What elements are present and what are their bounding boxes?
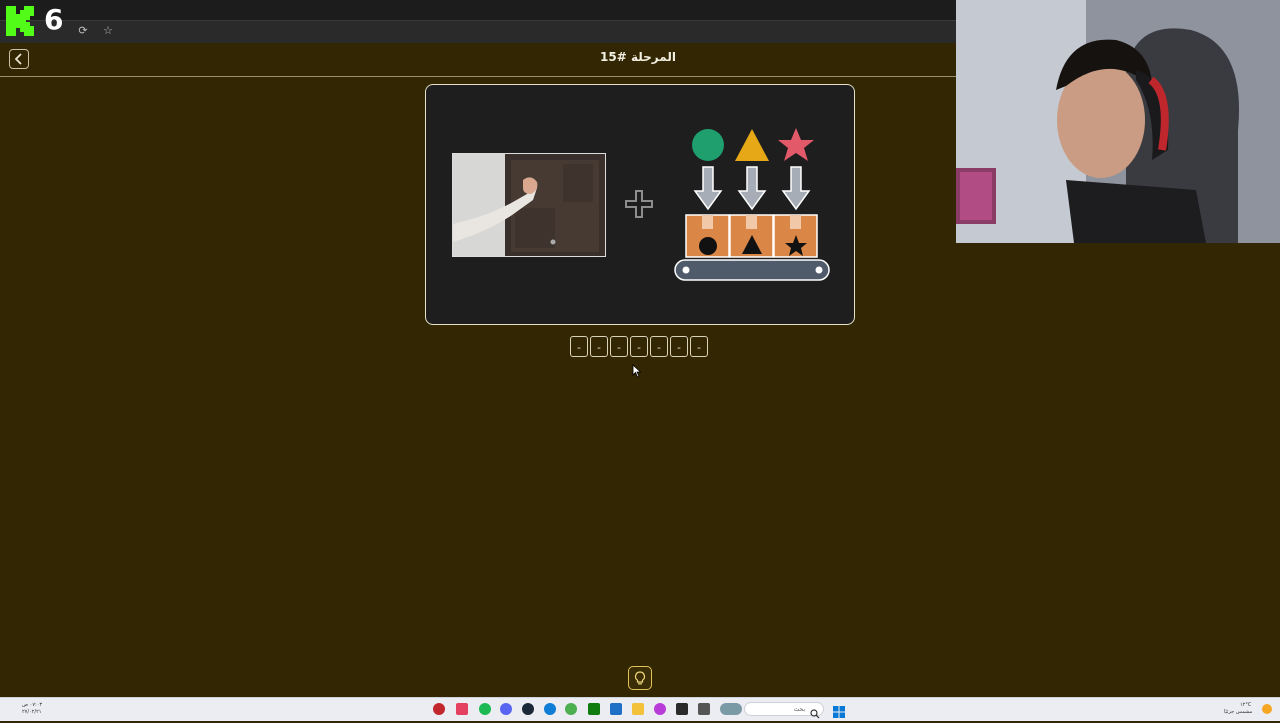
discord-icon[interactable] — [500, 703, 512, 715]
kick-logo-icon — [6, 6, 34, 36]
chrome-icon[interactable] — [565, 703, 577, 715]
lightbulb-icon — [634, 671, 646, 685]
app-icon[interactable] — [456, 703, 468, 715]
app-icon[interactable] — [433, 703, 445, 715]
overlay-counter: 6 — [44, 3, 64, 36]
weather-icon — [1262, 704, 1272, 714]
steam-icon[interactable] — [522, 703, 534, 715]
knocking-door-image — [452, 153, 606, 257]
epic-games-icon[interactable] — [676, 703, 688, 715]
mouse-cursor-icon — [632, 364, 642, 378]
chevron-left-icon — [14, 53, 22, 65]
bookmark-star-icon[interactable]: ☆ — [101, 24, 115, 38]
widget-icon[interactable] — [720, 703, 742, 715]
app-icon[interactable] — [698, 703, 710, 715]
answer-slot[interactable]: - — [690, 336, 708, 357]
clock-date: ٢٧/٠٢/٢١ — [22, 709, 42, 715]
game-header: المرحلة #15 — [0, 42, 956, 77]
answer-slot[interactable]: - — [570, 336, 588, 357]
answer-slot[interactable]: - — [630, 336, 648, 357]
level-title: المرحلة #15 — [600, 50, 676, 64]
weather-desc: مشمس جزئيًا — [1224, 709, 1253, 715]
plus-icon — [625, 190, 653, 218]
clock-time: ٠٧:٠٣ ص — [22, 702, 43, 708]
browser-toolbar — [0, 20, 956, 43]
answer-slot[interactable]: - — [590, 336, 608, 357]
xbox-icon[interactable] — [588, 703, 600, 715]
answer-slots: - - - - - - - — [570, 336, 708, 358]
answer-slot[interactable]: - — [650, 336, 668, 357]
back-button[interactable] — [9, 49, 29, 69]
search-icon — [810, 704, 820, 719]
folder-icon[interactable] — [632, 703, 644, 715]
edge-icon[interactable] — [544, 703, 556, 715]
browser-chrome: ⟳ ☆ — [0, 0, 956, 43]
app-icon[interactable] — [610, 703, 622, 715]
puzzle-card — [425, 84, 855, 325]
shape-sorter-illustration — [674, 128, 830, 281]
spotify-icon[interactable] — [479, 703, 491, 715]
webcam-feed — [956, 0, 1280, 243]
reload-icon[interactable]: ⟳ — [76, 24, 90, 38]
answer-slot[interactable]: - — [670, 336, 688, 357]
start-icon[interactable] — [833, 703, 845, 718]
hint-button[interactable] — [628, 666, 652, 690]
weather-temp: ١٢°C — [1240, 702, 1252, 708]
app-icon[interactable] — [654, 703, 666, 715]
windows-taskbar: بحث ٠٧:٠٣ ص ٢٧/٠٢/٢١ ١٢°C مشمس جزئيًا — [0, 697, 1280, 721]
answer-slot[interactable]: - — [610, 336, 628, 357]
